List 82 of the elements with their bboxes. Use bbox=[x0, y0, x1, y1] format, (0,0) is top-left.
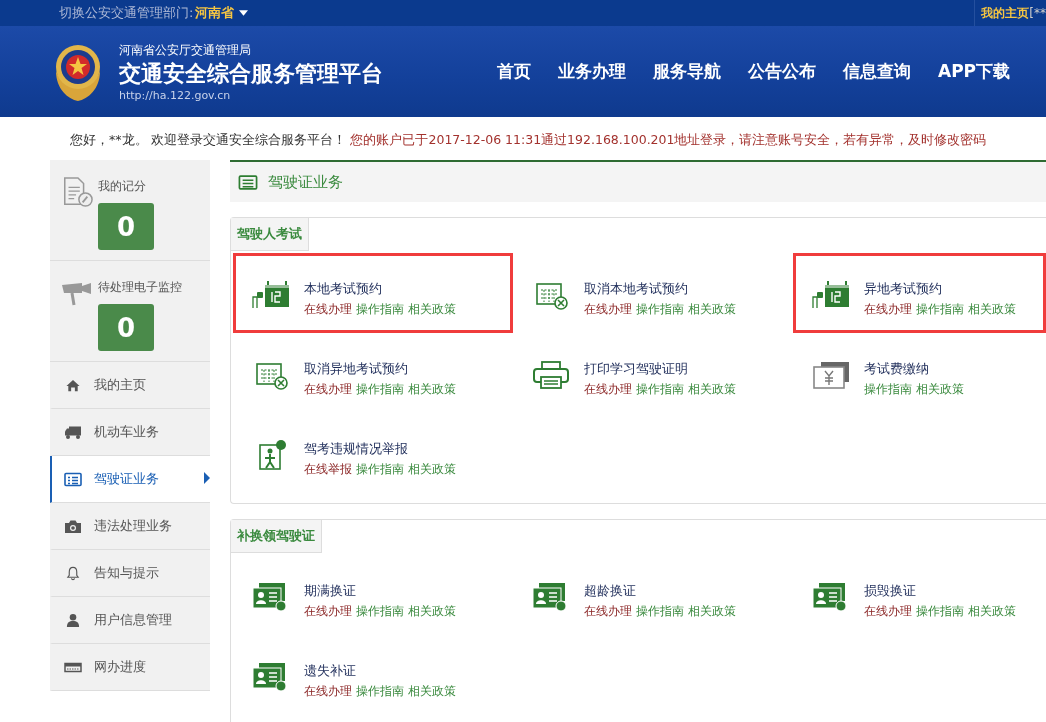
user-name: [** bbox=[1029, 6, 1046, 20]
platform-title: 交通安全综合服务管理平台 bbox=[119, 59, 383, 88]
info-link[interactable]: 相关政策 bbox=[968, 301, 1016, 318]
stat-label: 待处理电子监控 bbox=[98, 279, 182, 296]
nav-link[interactable]: 业务办理 bbox=[558, 60, 626, 83]
service-title[interactable]: 打印学习驾驶证明 bbox=[584, 360, 736, 378]
site-url: http://ha.122.gov.cn bbox=[119, 88, 232, 102]
province-dropdown[interactable]: 河南省 bbox=[195, 4, 235, 22]
service-title[interactable]: 本地考试预约 bbox=[304, 280, 456, 298]
service-title[interactable]: 损毁换证 bbox=[864, 582, 1016, 600]
info-link[interactable]: 操作指南 bbox=[636, 381, 684, 398]
sidebar-item[interactable]: 网办进度 bbox=[50, 644, 210, 691]
truck-icon bbox=[64, 424, 82, 440]
printer-icon bbox=[530, 360, 572, 390]
sidebar-item[interactable]: 告知与提示 bbox=[50, 550, 210, 597]
info-link[interactable]: 相关政策 bbox=[688, 301, 736, 318]
list-icon bbox=[238, 174, 258, 190]
service-title[interactable]: 异地考试预约 bbox=[864, 280, 1016, 298]
camera-icon bbox=[64, 518, 82, 534]
sidebar-item[interactable]: 用户信息管理 bbox=[50, 597, 210, 644]
info-link[interactable]: 相关政策 bbox=[408, 683, 456, 700]
online-link[interactable]: 在线办理 bbox=[584, 381, 632, 398]
service-title[interactable]: 取消本地考试预约 bbox=[584, 280, 736, 298]
info-link[interactable]: 操作指南 bbox=[864, 381, 912, 398]
nav-link[interactable]: 首页 bbox=[497, 60, 531, 83]
info-link[interactable]: 相关政策 bbox=[408, 603, 456, 620]
service-title[interactable]: 超龄换证 bbox=[584, 582, 736, 600]
service-title[interactable]: 取消异地考试预约 bbox=[304, 360, 456, 378]
login-notice: 您的账户已于2017-12-06 11:31通过192.168.100.201地址登录，请注意账号安全，若有异常，及时修改密码 bbox=[350, 132, 987, 147]
user-icon bbox=[64, 612, 82, 628]
nav-link[interactable]: 信息查询 bbox=[843, 60, 911, 83]
service-title[interactable]: 遗失补证 bbox=[304, 662, 456, 680]
organization-name: 河南省公安厅交通管理局 bbox=[119, 41, 252, 59]
info-link[interactable]: 操作指南 bbox=[636, 301, 684, 318]
stat-label: 我的记分 bbox=[98, 178, 147, 195]
list-icon bbox=[64, 471, 82, 487]
calendar-icon bbox=[250, 280, 292, 310]
panel-title: 驾驶证业务 bbox=[268, 172, 343, 192]
online-link[interactable]: 在线办理 bbox=[304, 603, 352, 620]
home-icon bbox=[64, 377, 82, 393]
bell-icon bbox=[64, 565, 82, 581]
info-link[interactable]: 相关政策 bbox=[408, 301, 456, 318]
info-link[interactable]: 操作指南 bbox=[356, 683, 404, 700]
info-link[interactable]: 相关政策 bbox=[688, 603, 736, 620]
online-link[interactable]: 在线办理 bbox=[584, 603, 632, 620]
info-link[interactable]: 相关政策 bbox=[916, 381, 964, 398]
info-link[interactable]: 操作指南 bbox=[636, 603, 684, 620]
online-link[interactable]: 在线办理 bbox=[864, 301, 912, 318]
online-link[interactable]: 在线办理 bbox=[304, 301, 352, 318]
arrow-icon bbox=[204, 472, 210, 484]
info-link[interactable]: 相关政策 bbox=[408, 381, 456, 398]
info-link[interactable]: 操作指南 bbox=[356, 603, 404, 620]
home-link[interactable]: 我的主页 bbox=[981, 4, 1030, 22]
sidebar-item[interactable]: 驾驶证业务 bbox=[50, 456, 210, 503]
info-link[interactable]: 操作指南 bbox=[356, 461, 404, 478]
nav-link[interactable]: 服务导航 bbox=[653, 60, 721, 83]
money-icon bbox=[810, 360, 852, 390]
online-link[interactable]: 在线办理 bbox=[584, 301, 632, 318]
info-link[interactable]: 相关政策 bbox=[968, 603, 1016, 620]
nav-link[interactable]: APP下载 bbox=[938, 60, 1011, 83]
calendar-icon bbox=[810, 280, 852, 310]
nav-link[interactable]: 公告公布 bbox=[748, 60, 816, 83]
info-link[interactable]: 操作指南 bbox=[916, 301, 964, 318]
caret-icon[interactable] bbox=[239, 10, 249, 16]
service-title[interactable]: 驾考违规情况举报 bbox=[304, 440, 456, 458]
sidebar-item[interactable]: 违法处理业务 bbox=[50, 503, 210, 550]
info-link[interactable]: 相关政策 bbox=[688, 381, 736, 398]
sidebar-item[interactable]: 我的主页 bbox=[50, 362, 210, 409]
info-link[interactable]: 操作指南 bbox=[356, 381, 404, 398]
service-title[interactable]: 期满换证 bbox=[304, 582, 456, 600]
service-title[interactable]: 考试费缴纳 bbox=[864, 360, 964, 378]
stat-count[interactable]: 0 bbox=[98, 304, 154, 351]
online-link[interactable]: 在线办理 bbox=[304, 381, 352, 398]
info-link[interactable]: 相关政策 bbox=[408, 461, 456, 478]
online-link[interactable]: 在线办理 bbox=[304, 683, 352, 700]
stat-count[interactable]: 0 bbox=[98, 203, 154, 250]
department-switch-label: 切换公安交通管理部门: bbox=[59, 4, 194, 22]
welcome-message: 您好，**龙。 欢迎登录交通安全综合服务平台！ bbox=[70, 132, 347, 147]
info-link[interactable]: 操作指南 bbox=[916, 603, 964, 620]
info-link[interactable]: 操作指南 bbox=[356, 301, 404, 318]
online-link[interactable]: 在线举报 bbox=[304, 461, 352, 478]
online-link[interactable]: 在线办理 bbox=[864, 603, 912, 620]
